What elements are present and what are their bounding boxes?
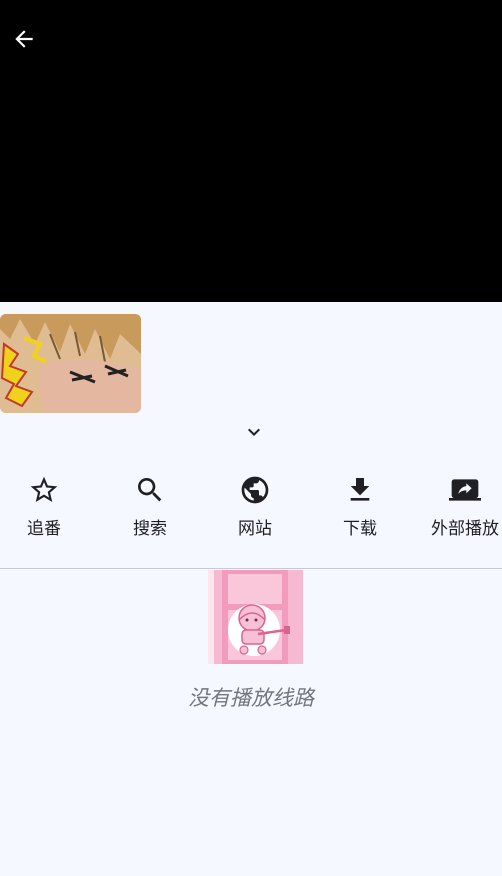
search-button[interactable]: 搜索 [102, 470, 198, 546]
globe-icon [241, 476, 269, 504]
website-button[interactable]: 网站 [207, 470, 303, 546]
empty-state-illustration [208, 570, 303, 664]
download-icon [350, 478, 370, 501]
external-play-label: 外部播放 [431, 519, 499, 539]
website-label: 网站 [238, 519, 272, 539]
divider [0, 568, 502, 569]
empty-state-message: 没有播放线路 [188, 686, 314, 710]
star-outline-icon [30, 476, 58, 502]
external-play-icon [449, 479, 481, 501]
download-button[interactable]: 下载 [312, 470, 408, 546]
external-play-button[interactable]: 外部播放 [417, 470, 502, 546]
download-label: 下载 [343, 519, 377, 539]
action-bar: 追番 搜索 网站 下载 外部播放 [0, 470, 502, 550]
video-player[interactable] [0, 0, 502, 302]
follow-label: 追番 [27, 519, 61, 539]
chevron-down-icon [248, 428, 260, 436]
back-button[interactable] [6, 22, 42, 56]
arrow-back-icon [15, 30, 33, 48]
expand-details-button[interactable] [238, 418, 270, 446]
anime-cover-image [0, 314, 141, 413]
search-label: 搜索 [133, 519, 167, 539]
search-icon [138, 478, 162, 502]
follow-button[interactable]: 追番 [0, 470, 92, 546]
